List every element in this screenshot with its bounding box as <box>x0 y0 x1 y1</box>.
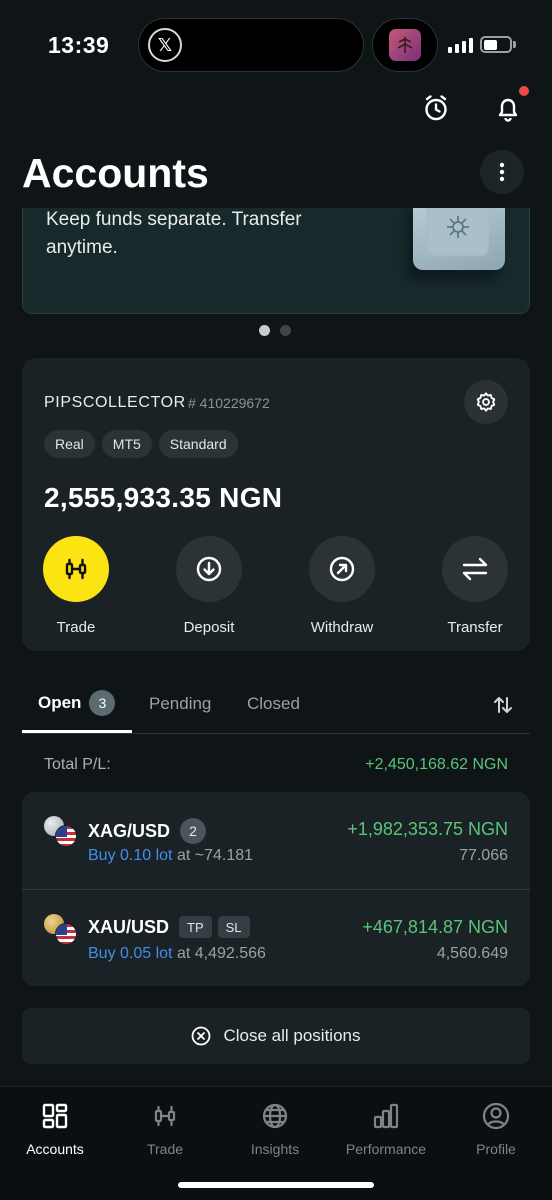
nav-trade[interactable]: Trade <box>110 1101 220 1157</box>
deposit-button[interactable]: Deposit <box>159 536 259 636</box>
app-activity-icon <box>389 29 421 61</box>
nav-insights[interactable]: Insights <box>220 1101 330 1157</box>
withdraw-button[interactable]: Withdraw <box>292 536 392 636</box>
nav-insights-label: Insights <box>250 1141 300 1157</box>
transfer-arrows-icon <box>462 557 488 581</box>
battery-tip <box>513 41 516 48</box>
page-title: Accounts <box>22 150 209 196</box>
position-row[interactable]: XAU/USD TP SL Buy 0.05 lot at 4,492.566 … <box>22 889 530 986</box>
alarm-clock-icon[interactable] <box>416 88 456 128</box>
trade-button-circle[interactable] <box>43 536 109 602</box>
position-side-lot: Buy 0.05 lot <box>88 945 173 962</box>
candlestick-icon <box>150 1101 180 1131</box>
tab-closed[interactable]: Closed <box>247 694 300 714</box>
battery-icon <box>480 36 512 53</box>
transfer-button-circle[interactable] <box>442 536 508 602</box>
candlestick-icon <box>65 558 87 580</box>
position-pl: +1,982,353.75 NGN <box>347 819 508 839</box>
deposit-label: Deposit <box>183 619 235 636</box>
tab-open-count: 3 <box>89 690 116 716</box>
nav-accounts[interactable]: Accounts <box>0 1101 110 1157</box>
tab-pending[interactable]: Pending <box>149 694 211 714</box>
notification-dot <box>519 86 529 96</box>
safe-illustration <box>413 208 505 270</box>
us-flag-icon <box>55 825 77 847</box>
close-all-label: Close all positions <box>223 1026 361 1045</box>
trade-button[interactable]: Trade <box>26 536 126 636</box>
nav-profile[interactable]: Profile <box>441 1101 551 1157</box>
cellular-signal-icon <box>448 37 473 53</box>
total-pl-label: Total P/L: <box>44 756 111 773</box>
position-pl: +467,814.87 NGN <box>362 917 508 937</box>
vertical-dots-icon <box>499 162 505 182</box>
banner-dot-2[interactable] <box>280 325 291 336</box>
account-number: # 410229672 <box>188 395 270 411</box>
account-settings-button[interactable] <box>464 380 508 424</box>
account-tags: Real MT5 Standard <box>44 430 238 458</box>
gear-icon <box>476 392 496 412</box>
nav-performance[interactable]: Performance <box>331 1101 441 1157</box>
position-row[interactable]: XAG/USD 2 Buy 0.10 lot at ~74.181 +1,982… <box>22 792 530 889</box>
withdraw-label: Withdraw <box>310 619 374 636</box>
position-current-price: 4,560.649 <box>436 945 508 962</box>
banner-pagination[interactable] <box>259 325 291 336</box>
home-indicator <box>178 1182 374 1188</box>
active-tab-indicator <box>22 730 132 733</box>
tab-open-label: Open <box>38 693 82 712</box>
position-open-price: at 4,492.566 <box>176 945 266 962</box>
nav-trade-label: Trade <box>146 1141 184 1157</box>
transfer-label: Transfer <box>447 619 503 636</box>
tag-platform: MT5 <box>101 430 152 458</box>
position-count-badge: 2 <box>180 818 207 844</box>
nav-accounts-label: Accounts <box>26 1141 84 1157</box>
banner-dot-1[interactable] <box>259 325 270 336</box>
us-flag-icon <box>55 923 77 945</box>
promo-banner[interactable]: Keep funds separate. Transfer anytime. <box>22 208 530 314</box>
account-balance: 2,555,933.35 NGN <box>44 482 283 513</box>
position-symbol: XAG/USD <box>88 820 171 841</box>
stop-loss-tag: SL <box>217 916 250 938</box>
close-all-positions-button[interactable]: Close all positions <box>22 1008 530 1064</box>
status-time: 13:39 <box>48 32 110 58</box>
more-options-button[interactable] <box>480 150 524 194</box>
position-current-price: 77.066 <box>459 847 508 864</box>
position-open-price: at ~74.181 <box>176 847 254 864</box>
positions-list: XAG/USD 2 Buy 0.10 lot at ~74.181 +1,982… <box>22 792 530 986</box>
position-symbol-row: XAG/USD 2 <box>88 818 207 844</box>
close-circle-icon <box>192 1026 211 1046</box>
accounts-grid-icon <box>40 1101 70 1131</box>
trade-label: Trade <box>56 619 96 636</box>
position-symbol: XAU/USD <box>88 916 170 937</box>
transfer-button[interactable]: Transfer <box>425 536 525 636</box>
arrow-up-right-circle-icon <box>329 556 355 582</box>
globe-icon <box>260 1101 290 1131</box>
nav-performance-label: Performance <box>345 1141 427 1157</box>
x-app-icon: 𝕏 <box>148 28 182 62</box>
take-profit-tag: TP <box>179 916 212 938</box>
total-pl-value: +2,450,168.62 NGN <box>365 756 508 773</box>
position-side-lot: Buy 0.10 lot <box>88 847 173 864</box>
banner-text: Keep funds separate. Transfer anytime. <box>46 209 302 258</box>
tag-type: Standard <box>158 430 238 458</box>
sort-button[interactable] <box>488 690 518 720</box>
tab-open[interactable]: Open 3 <box>38 690 116 716</box>
position-details: Buy 0.05 lot at 4,492.566 <box>88 945 266 963</box>
position-details: Buy 0.10 lot at ~74.181 <box>88 847 253 865</box>
position-symbol-row: XAU/USD TP SL <box>88 916 250 938</box>
account-card: PIPSCOLLECTOR # 410229672 Real MT5 Stand… <box>22 358 530 651</box>
tag-real: Real <box>44 430 95 458</box>
deposit-button-circle[interactable] <box>176 536 242 602</box>
sort-arrows-icon <box>494 697 512 713</box>
profile-icon <box>481 1101 511 1131</box>
account-name: PIPSCOLLECTOR <box>44 394 186 411</box>
withdraw-button-circle[interactable] <box>309 536 375 602</box>
arrow-down-circle-icon <box>196 556 222 582</box>
nav-profile-label: Profile <box>476 1141 516 1157</box>
bar-chart-icon <box>371 1101 401 1131</box>
